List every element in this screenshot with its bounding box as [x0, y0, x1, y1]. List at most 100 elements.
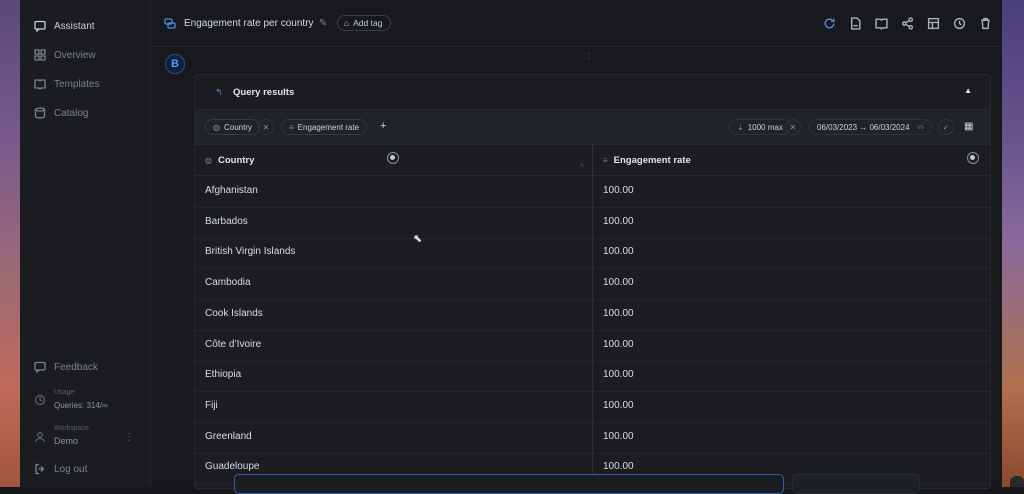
add-tag-button[interactable]: ⌂ Add tag [337, 15, 392, 31]
country-cell: British Virgin Islands [205, 246, 296, 258]
collapse-caret-icon[interactable]: ▲ [964, 86, 972, 95]
engagement-rate-cell: 100.00 [603, 215, 634, 227]
table-row[interactable]: Fiji 100.00 [195, 391, 990, 423]
add-field-icon[interactable]: + [380, 120, 386, 132]
limit-chip-label: 1000 max [747, 122, 783, 132]
usage-icon [34, 394, 46, 406]
engagement-rate-cell: 100.00 [603, 307, 634, 319]
sidebar: Assistant Overview Templates Catalog Fee… [20, 0, 151, 487]
table-row[interactable]: British Virgin Islands 100.00 [195, 237, 990, 270]
table-row[interactable]: Cambodia 100.00 [195, 268, 990, 301]
app-window: Assistant Overview Templates Catalog Fee… [20, 0, 1002, 494]
metric-chip-label: Engagement rate [297, 122, 360, 132]
table-row[interactable]: Afghanistan 100.00 [195, 176, 990, 208]
table-row[interactable]: Barbados 100.00 [195, 207, 990, 239]
column-header-label: Engagement rate [613, 155, 691, 166]
usage-label: Usage [54, 389, 75, 396]
engagement-rate-cell: 100.00 [603, 399, 634, 411]
sidebar-item-label: Templates [54, 78, 100, 90]
tag-icon: ⌂ [344, 18, 350, 28]
query-icon: ↰ [215, 87, 223, 97]
remove-dimension-icon[interactable]: ✕ [258, 119, 274, 135]
chat-input[interactable] [234, 474, 784, 494]
column-header-country[interactable]: ◍ Country [205, 155, 254, 166]
query-results-header[interactable]: ↰ Query results ▲ [195, 75, 990, 109]
edit-title-icon[interactable]: ✎ [319, 18, 327, 29]
sidebar-item-logout[interactable]: Log out [34, 463, 87, 475]
date-range-chip[interactable]: 06/03/2023 → 06/03/2024 vs [809, 119, 933, 135]
sidebar-item-feedback[interactable]: Feedback [34, 361, 98, 373]
date-range-label: 06/03/2023 → 06/03/2024 [817, 122, 910, 132]
engagement-rate-cell: 100.00 [603, 246, 634, 258]
layout-icon[interactable] [926, 16, 940, 30]
engagement-rate-cell: 100.00 [603, 185, 634, 196]
usage-value: Queries: 314/∞ [54, 401, 108, 410]
query-results-title: Query results [233, 87, 295, 98]
database-icon [34, 107, 46, 119]
add-tag-label: Add tag [353, 18, 383, 28]
chat-input-button[interactable] [792, 474, 920, 494]
engagement-rate-cell: 100.00 [603, 338, 634, 350]
top-bar: Engagement rate per country ✎ ⌂ Add tag [151, 0, 1002, 47]
sidebar-item-label: Overview [54, 49, 96, 61]
dimension-chip[interactable]: ◍ Country [205, 119, 260, 135]
engagement-rate-cell: 100.00 [603, 277, 634, 289]
table-row[interactable]: Ethiopia 100.00 [195, 360, 990, 393]
country-cell: Ethiopia [205, 369, 242, 381]
engagement-rate-cell: 100.00 [603, 461, 634, 473]
column-search-icon[interactable]: ⌕ [580, 162, 584, 170]
main-area: Engagement rate per country ✎ ⌂ Add tag … [151, 0, 1002, 494]
logout-icon [34, 463, 46, 475]
workspace-menu-icon[interactable]: ⋮ [124, 432, 134, 443]
country-cell: Cambodia [205, 277, 251, 289]
page-title: Engagement rate per country [184, 18, 314, 29]
column-header-label: Country [217, 155, 255, 166]
country-cell: Fiji [205, 399, 218, 411]
country-cell: Guadeloupe [205, 461, 260, 473]
filter-bar: ◍ Country ✕ ≡ Engagement rate + ⇣ 1000 m… [195, 109, 990, 145]
table-view-icon[interactable]: ▦ [964, 121, 973, 132]
column-header-engagement-rate[interactable]: ≡ Engagement rate [603, 155, 691, 166]
country-cell: Côte d’Ivoire [205, 338, 262, 350]
feedback-icon [34, 361, 46, 373]
sidebar-item-label: Assistant [54, 20, 95, 32]
chat-icon [34, 20, 46, 32]
remove-limit-icon[interactable]: ✕ [785, 119, 801, 135]
table-row[interactable]: Cook Islands 100.00 [195, 299, 990, 331]
logout-label: Log out [54, 463, 88, 475]
column-select-radio[interactable] [967, 152, 979, 164]
compare-label[interactable]: vs [918, 124, 925, 131]
metric-icon: ≡ [603, 156, 608, 165]
workspace-label: Workspace [54, 425, 89, 432]
limit-chip[interactable]: ⇣ 1000 max [729, 119, 791, 135]
refresh-icon[interactable] [822, 16, 836, 30]
query-results-panel: ↰ Query results ▲ ◍ Country ✕ ≡ Engageme… [194, 74, 991, 489]
toolbar-actions [822, 16, 992, 30]
engagement-rate-cell: 100.00 [603, 430, 634, 442]
table-row[interactable]: Greenland 100.00 [195, 422, 990, 454]
user-icon [34, 431, 46, 443]
table-row[interactable]: Côte d’Ivoire 100.00 [195, 330, 990, 362]
share-icon[interactable] [900, 16, 914, 30]
pdf-icon[interactable] [848, 16, 862, 30]
history-icon[interactable] [952, 16, 966, 30]
metric-icon: ≡ [289, 122, 294, 132]
country-cell: Greenland [205, 430, 252, 442]
sidebar-item-catalog[interactable]: Catalog [34, 107, 88, 119]
column-select-radio[interactable] [387, 152, 399, 164]
engagement-rate-cell: 100.00 [603, 369, 634, 381]
book-icon [34, 78, 46, 90]
book-icon[interactable] [874, 16, 888, 30]
sidebar-item-overview[interactable]: Overview [34, 49, 96, 61]
sidebar-item-assistant[interactable]: Assistant [34, 20, 95, 32]
loading-spinner-icon: ⁚ [588, 52, 591, 61]
country-cell: Barbados [205, 215, 248, 227]
workspace-value[interactable]: Demo [54, 436, 78, 446]
trash-icon[interactable] [978, 16, 992, 30]
desktop-dock-edge [1010, 476, 1024, 487]
desktop-wallpaper-right [1002, 0, 1024, 487]
sidebar-item-templates[interactable]: Templates [34, 78, 100, 90]
sidebar-item-label: Catalog [54, 107, 89, 119]
metric-chip[interactable]: ≡ Engagement rate [281, 119, 368, 135]
apply-check-icon[interactable]: ✓ [938, 119, 954, 135]
